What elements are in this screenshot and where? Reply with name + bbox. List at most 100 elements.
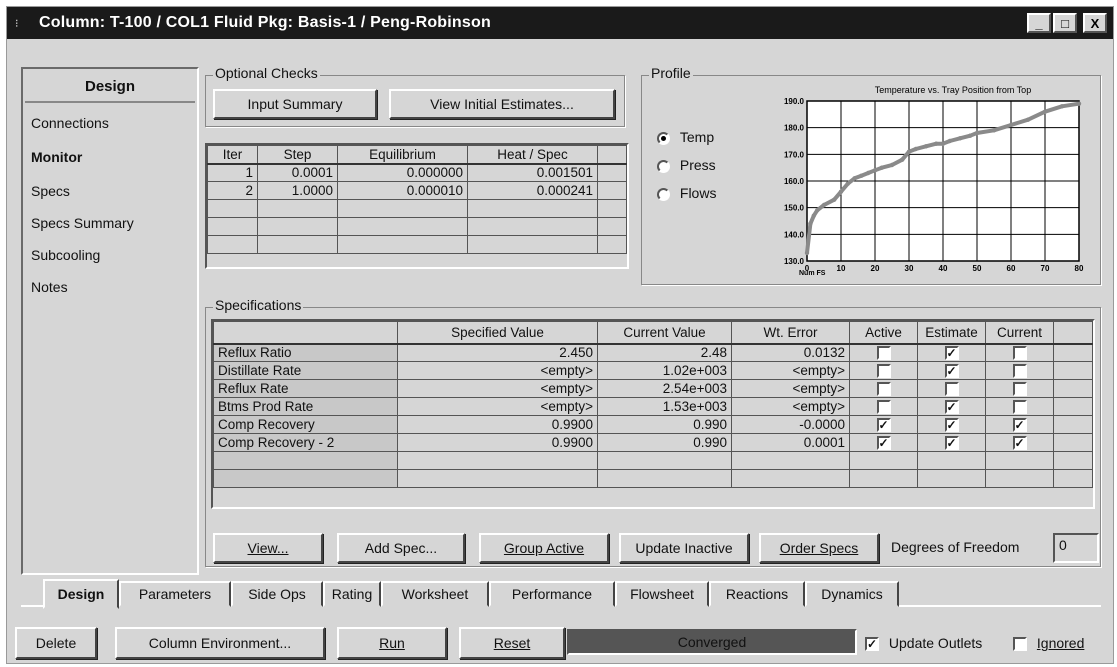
table-row[interactable]: Comp Recovery 0.9900 0.990 -0.0000 ✓ ✓ ✓	[213, 415, 1093, 434]
active-checkbox[interactable]	[876, 346, 891, 361]
current-checkbox[interactable]	[1012, 382, 1027, 397]
estimate-checkbox[interactable]: ✓	[944, 364, 959, 379]
nav-item-connections[interactable]: Connections	[31, 115, 109, 131]
maximize-button[interactable]: □	[1053, 13, 1077, 33]
spec-name-cell: Reflux Ratio	[213, 343, 398, 362]
active-col-header: Active	[849, 321, 918, 345]
estimate-checkbox-cell: ✓	[917, 415, 986, 434]
active-checkbox[interactable]: ✓	[876, 418, 891, 433]
active-checkbox[interactable]	[876, 382, 891, 397]
tab-worksheet[interactable]: Worksheet	[381, 581, 489, 607]
tab-side-ops[interactable]: Side Ops	[231, 581, 323, 607]
table-row[interactable]: Reflux Ratio 2.450 2.48 0.0132 ✓	[213, 343, 1093, 362]
estimate-checkbox[interactable]: ✓	[944, 436, 959, 451]
ignored-checkbox[interactable]: Ignored	[1013, 635, 1084, 652]
active-checkbox[interactable]	[876, 400, 891, 415]
design-page-nav: Design Connections Monitor Specs Specs S…	[21, 67, 199, 575]
specifications-label: Specifications	[213, 297, 304, 313]
estimate-checkbox[interactable]: ✓	[944, 346, 959, 361]
chart-x-tick-label: 50	[973, 264, 982, 273]
run-button[interactable]: Run	[337, 627, 447, 659]
delete-button[interactable]: Delete	[15, 627, 97, 659]
nav-item-notes[interactable]: Notes	[31, 279, 68, 295]
order-specs-button[interactable]: Order Specs	[759, 533, 879, 563]
tab-flowsheet[interactable]: Flowsheet	[615, 581, 709, 607]
radio-press-label: Press	[679, 157, 716, 173]
estimate-checkbox[interactable]	[944, 382, 959, 397]
profile-radio-press[interactable]: Press	[657, 157, 716, 173]
nav-item-specs[interactable]: Specs	[31, 183, 70, 199]
tab-rating[interactable]: Rating	[323, 581, 381, 607]
minimize-button[interactable]: _	[1027, 13, 1051, 33]
input-summary-button[interactable]: Input Summary	[213, 89, 377, 119]
active-checkbox[interactable]: ✓	[876, 436, 891, 451]
tab-reactions[interactable]: Reactions	[709, 581, 805, 607]
estimate-checkbox-cell: ✓	[917, 433, 986, 452]
current-value-cell: 0.990	[597, 433, 732, 452]
current-checkbox-cell	[985, 379, 1054, 398]
chart-x-ticks: 0 10 20 30 40 50 60 70 80	[805, 264, 1084, 273]
step-cell: 1.0000	[257, 181, 338, 200]
table-row[interactable]: Distillate Rate <empty> 1.02e+003 <empty> ✓	[213, 361, 1093, 380]
optional-checks-label: Optional Checks	[213, 65, 320, 81]
spec-name-cell: Reflux Rate	[213, 379, 398, 398]
group-active-button[interactable]: Group Active	[479, 533, 609, 563]
table-row[interactable]: Btms Prod Rate <empty> 1.53e+003 <empty> ✓	[213, 397, 1093, 416]
filler-cell	[1053, 397, 1093, 416]
chart-point	[821, 202, 827, 208]
profile-radio-flows[interactable]: Flows	[657, 185, 716, 201]
update-outlets-checkbox[interactable]: ✓ Update Outlets	[865, 635, 982, 652]
estimate-checkbox[interactable]: ✓	[944, 400, 959, 415]
tab-dynamics[interactable]: Dynamics	[805, 581, 899, 607]
estimate-checkbox[interactable]: ✓	[944, 418, 959, 433]
filler-cell	[1053, 361, 1093, 380]
tab-parameters[interactable]: Parameters	[119, 581, 231, 607]
chart-point	[832, 197, 837, 202]
column-environment-button[interactable]: Column Environment...	[115, 627, 325, 659]
chart-x-tick-label: 40	[939, 264, 948, 273]
empty-row	[213, 451, 1093, 470]
radio-flows-button[interactable]	[657, 187, 670, 201]
equilibrium-cell: 0.000000	[337, 163, 468, 182]
system-menu-icon[interactable]: ⁝	[15, 17, 35, 30]
chart-point	[1076, 101, 1082, 106]
specified-value-cell[interactable]: <empty>	[397, 379, 598, 398]
current-checkbox[interactable]: ✓	[1012, 436, 1027, 451]
nav-item-subcooling[interactable]: Subcooling	[31, 247, 100, 263]
current-checkbox[interactable]	[1012, 346, 1027, 361]
nav-item-monitor[interactable]: Monitor	[31, 149, 82, 165]
table-row[interactable]: Comp Recovery - 2 0.9900 0.990 0.0001 ✓ ✓ ✓	[213, 433, 1093, 452]
current-checkbox[interactable]: ✓	[1012, 418, 1027, 433]
radio-press-button[interactable]	[657, 159, 670, 173]
close-button[interactable]: X	[1083, 13, 1107, 33]
wt-error-cell: <empty>	[731, 361, 850, 380]
column-window: ⁝ Column: T-100 / COL1 Fluid Pkg: Basis-…	[6, 6, 1114, 664]
specified-value-cell[interactable]: <empty>	[397, 397, 598, 416]
title-bar[interactable]: ⁝ Column: T-100 / COL1 Fluid Pkg: Basis-…	[7, 7, 1113, 39]
specified-value-cell[interactable]: <empty>	[397, 361, 598, 380]
degrees-of-freedom-label: Degrees of Freedom	[891, 539, 1020, 555]
update-inactive-button[interactable]: Update Inactive	[619, 533, 749, 563]
tab-performance[interactable]: Performance	[489, 581, 615, 607]
reset-button[interactable]: Reset	[459, 627, 565, 659]
specified-value-cell[interactable]: 2.450	[397, 343, 598, 362]
view-initial-estimates-button[interactable]: View Initial Estimates...	[389, 89, 615, 119]
specified-value-cell[interactable]: 0.9900	[397, 433, 598, 452]
chart-title: Temperature vs. Tray Position from Top	[875, 85, 1031, 95]
table-row[interactable]: 1 0.0001 0.000000 0.001501	[207, 163, 627, 182]
tab-design[interactable]: Design	[43, 579, 119, 609]
nav-item-specs-summary[interactable]: Specs Summary	[31, 215, 134, 231]
add-spec-button[interactable]: Add Spec...	[337, 533, 465, 563]
specified-value-cell[interactable]: 0.9900	[397, 415, 598, 434]
chart-point	[913, 146, 918, 152]
current-checkbox[interactable]	[1012, 400, 1027, 415]
table-row[interactable]: 2 1.0000 0.000010 0.000241	[207, 181, 627, 200]
active-checkbox[interactable]	[876, 364, 891, 379]
profile-radio-temp[interactable]: Temp	[657, 129, 714, 145]
table-row[interactable]: Reflux Rate <empty> 2.54e+003 <empty>	[213, 379, 1093, 398]
view-button[interactable]: View...	[213, 533, 323, 563]
update-outlets-check-icon[interactable]: ✓	[865, 637, 879, 652]
current-checkbox[interactable]	[1012, 364, 1027, 379]
ignored-check-icon[interactable]	[1013, 637, 1027, 652]
radio-temp-button[interactable]	[657, 131, 670, 145]
